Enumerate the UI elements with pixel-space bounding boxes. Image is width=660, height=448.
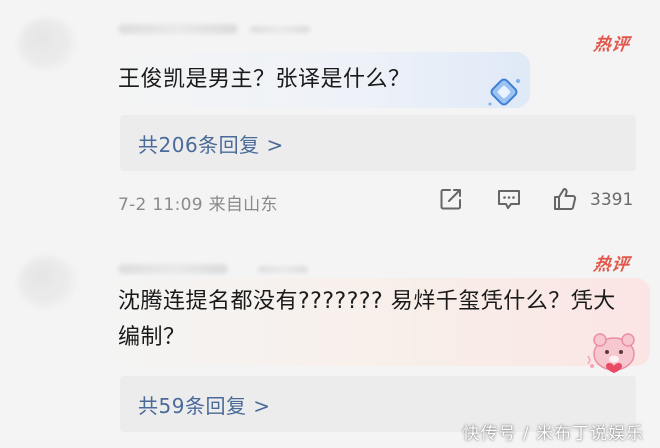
username-blurred[interactable]: [118, 264, 228, 274]
hot-comment-badge: 热评: [592, 255, 632, 275]
username-blurred[interactable]: [118, 24, 238, 34]
bear-sticker-icon: [587, 333, 635, 373]
comment-bubble: 王俊凯是男主？张译是什么？: [102, 52, 530, 108]
comment-card: 热评 王俊凯是男主？张译是什么？ 共206条回复 > 7-2 11:09 来自山…: [0, 0, 660, 228]
username-blurred-extra: [250, 26, 310, 33]
reply-count-label: 共59条回复 >: [138, 394, 271, 418]
comment-card: 热评 沈腾连提名都没有??????? 易烊千玺凭什么？凭大编制？ 共59条回复 …: [0, 236, 660, 448]
like-count: 3391: [590, 190, 634, 210]
watermark: 快传号 / 米布丁说娱乐: [462, 424, 644, 444]
avatar[interactable]: [18, 256, 76, 308]
comment-text: 王俊凯是男主？张译是什么？: [118, 67, 411, 92]
comment-bubble: 沈腾连提名都没有??????? 易烊千玺凭什么？凭大编制？: [102, 278, 650, 366]
username-blurred-extra: [258, 266, 308, 273]
comment-meta: 7-2 11:09 来自山东: [118, 195, 278, 215]
share-icon[interactable]: [438, 186, 464, 212]
like-icon[interactable]: [552, 186, 578, 212]
diamond-sticker-icon: [488, 78, 520, 106]
reply-count-label: 共206条回复 >: [138, 133, 284, 157]
comment-text: 沈腾连提名都没有??????? 易烊千玺凭什么？凭大编制？: [118, 289, 616, 350]
comment-icon[interactable]: [496, 186, 522, 212]
avatar[interactable]: [18, 18, 76, 70]
hot-comment-badge: 热评: [592, 35, 632, 55]
view-replies-button[interactable]: 共206条回复 >: [120, 115, 636, 171]
